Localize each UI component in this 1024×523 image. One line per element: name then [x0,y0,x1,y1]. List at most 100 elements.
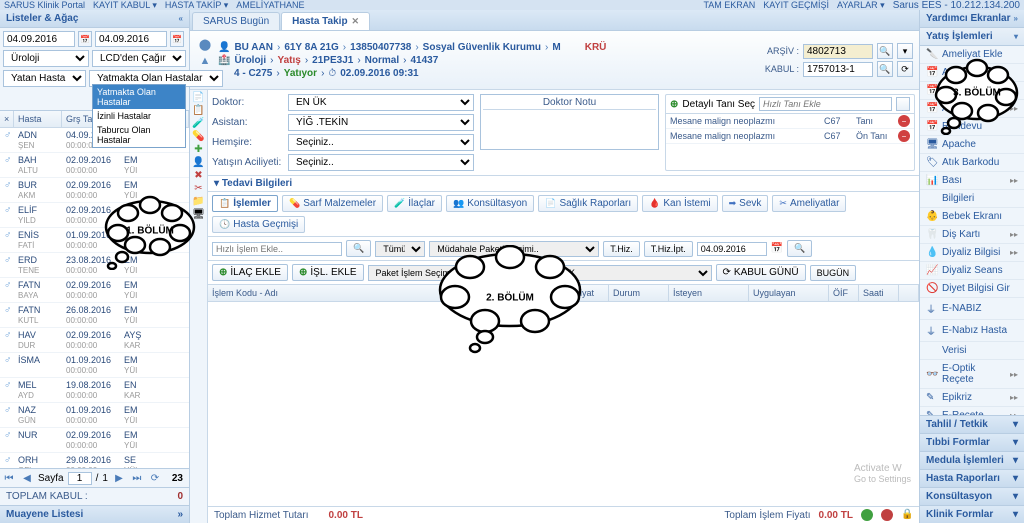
accordion-section[interactable]: Tıbbi Formlar▾ [920,433,1024,451]
ilac-ekle-btn[interactable]: ⊕İLAÇ EKLE [212,264,288,281]
dept2-select[interactable]: LCD'den Çağır [92,50,186,67]
pager-refresh-icon[interactable]: ⟳ [148,471,162,485]
plus-icon[interactable]: ⊕ [670,99,678,110]
right-panel-item[interactable]: ⏚E-Nabız Hasta [920,320,1024,342]
grid-col-header[interactable]: ÖİF [829,285,859,301]
accordion-section[interactable]: Klinik Formlar▾ [920,505,1024,523]
grid-col-header[interactable]: Saati [859,285,899,301]
right-panel-item[interactable]: Bilgileri [920,190,1024,208]
status-dropdown-open[interactable]: Yatmakta Olan Hastalar İzinli Hastalar T… [92,84,186,148]
up-icon[interactable]: ▲ [197,53,213,69]
grid-col-header[interactable]: Durum [609,285,669,301]
kabul-input[interactable] [803,62,873,77]
accordion-section[interactable]: Medula İşlemleri▾ [920,451,1024,469]
tool-icon[interactable]: 📋 [192,105,204,116]
right-panel-item[interactable]: 📈Diyaliz Seans [920,262,1024,280]
tumu-select[interactable]: Tümü [375,241,425,257]
date-from-input[interactable] [3,31,75,47]
right-panel-item[interactable]: 🖥Apache [920,136,1024,154]
patient-row[interactable]: ♂ MELAYD 19.08.201600:00:00 ENKAR [0,378,189,403]
inner-tab[interactable]: 🕓Hasta Geçmişi [212,216,305,233]
inner-tab[interactable]: 💊Sarf Malzemeler [282,195,383,212]
doctor-note-box[interactable]: Doktor Notu [480,94,659,150]
dropdown-item[interactable]: Taburcu Olan Hastalar [93,123,185,147]
hizli-islem-input[interactable] [212,242,342,256]
bugun-btn[interactable]: BUGÜN [810,265,857,281]
right-panel-item[interactable]: 👓E-Optik Reçete▸▸ [920,360,1024,389]
inner-tab[interactable]: 🧪İlaçlar [387,195,442,212]
right-panel-item[interactable]: 🏷Atık Barkodu [920,154,1024,172]
grid-col-header[interactable]: İşlem Kodu - Adı [208,285,449,301]
tool-icon[interactable]: 👤 [192,157,204,168]
tedavi-section-title[interactable]: Tedavi Bilgileri [208,176,919,192]
isl-ekle-btn[interactable]: ⊕İŞL. EKLE [292,264,364,281]
search-icon[interactable] [896,97,910,111]
doktor-select[interactable]: EN ÜK [288,94,474,111]
tool-icon[interactable]: ✚ [194,144,202,155]
right-panel-item[interactable]: 🦷Diş Kartı▸▸ [920,226,1024,244]
inner-tab[interactable]: 📄Sağlık Raporları [538,195,638,212]
chevron-down-icon[interactable]: ▾ [897,43,913,59]
patient-row[interactable]: ♂ FATNKUTL 26.08.201600:00:00 EMYÜI [0,303,189,328]
pager-next-icon[interactable]: ▶ [112,471,126,485]
inner-tab[interactable]: ➡Sevk [722,195,769,212]
thiz-ipt-btn[interactable]: T.Hiz.İpt. [644,241,693,257]
patient-row[interactable]: ♂ BAHALTU 02.09.201600:00:00 EMYÜI [0,153,189,178]
delete-icon[interactable]: − [898,130,910,142]
right-panel-item[interactable]: 🚫Diyet Bilgisi Gir [920,280,1024,298]
topbar-tam-ekran[interactable]: TAM EKRAN [703,0,755,11]
filter-date-input[interactable] [697,242,767,256]
col-hasta[interactable]: Hasta [14,111,62,127]
pager-prev-icon[interactable]: ◀ [20,471,34,485]
calendar-icon[interactable]: 📅 [771,243,783,254]
tool-icon[interactable]: 🧪 [192,118,204,129]
inner-tab[interactable]: ✂Ameliyatlar [772,195,846,212]
accordion-section[interactable]: Konsültasyon▾ [920,487,1024,505]
arsiv-input[interactable] [803,44,873,59]
search-btn[interactable]: 🔍 [787,240,812,257]
calendar-icon[interactable]: 📅 [170,31,184,47]
asistan-select[interactable]: YİĞ .TEKİN [288,114,474,131]
dropdown-item[interactable]: Yatmakta Olan Hastalar [93,85,185,109]
inner-tab[interactable]: 📋İşlemler [212,195,278,212]
patient-row[interactable]: ♂ NAZGÜN 01.09.201600:00:00 EMYÜI [0,403,189,428]
patient-row[interactable]: ♂ HAVDUR 02.09.201600:00:00 AYŞKAR [0,328,189,353]
topbar-portal[interactable]: SARUS Klinik Portal [4,0,85,11]
muayene-listesi-tab[interactable]: Muayene Listesi » [0,505,189,523]
accordion-section[interactable]: Hasta Raporları▾ [920,469,1024,487]
right-panel-item[interactable]: ⏚E-NABIZ [920,298,1024,320]
tool-icon[interactable]: 📄 [192,92,204,103]
status-select[interactable]: Yatan Hasta [3,70,86,87]
inner-tab[interactable]: 🩸Kan İstemi [642,195,717,212]
tool-icon[interactable]: ✖ [194,170,202,181]
search-icon[interactable]: 🔍 [877,61,893,77]
pager-first-icon[interactable]: ⏮ [2,471,16,485]
date-to-input[interactable] [95,31,167,47]
nav-icon[interactable]: ⬤ [197,36,213,52]
col-close[interactable]: × [0,111,14,127]
patient-row[interactable]: ♂ FATNBAYA 02.09.201600:00:00 EMYÜI [0,278,189,303]
right-panel-item[interactable]: ✎E-Reçete▸▸ [920,407,1024,415]
dropdown-item[interactable]: İzinli Hastalar [93,109,185,123]
tool-icon[interactable]: 💊 [192,131,204,142]
hemsire-select[interactable]: Seçiniz.. [288,134,474,151]
delete-icon[interactable]: − [898,115,910,127]
calendar-icon[interactable]: 📅 [78,31,92,47]
tab-hasta-takip[interactable]: Hasta Takip✕ [281,12,370,30]
right-panel-item[interactable]: 👶Bebek Ekranı [920,208,1024,226]
tani-search-input[interactable] [759,97,892,111]
right-panel-item[interactable]: ✎Epikriz▸▸ [920,389,1024,407]
grid-col-header[interactable]: Uygulayan [749,285,829,301]
patient-row[interactable]: ♂ NUR 02.09.201600:00:00 EMYÜI [0,428,189,453]
topbar-kayit-gecmisi[interactable]: KAYIT GEÇMİŞİ [763,0,829,11]
topbar-ayarlar[interactable]: AYARLAR ▾ [837,0,885,11]
tab-sarus-bugun[interactable]: SARUS Bugün [192,12,280,30]
kabul-gunu-btn[interactable]: ⟳KABUL GÜNÜ [716,264,806,281]
accordion-section[interactable]: Tahlil / Tetkik▾ [920,415,1024,433]
patient-row[interactable]: ♂ ORHOFL 29.08.201600:00:00 SEYÜI [0,453,189,468]
close-icon[interactable]: ✕ [352,16,360,27]
yatis-islemleri-header[interactable]: Yatış İşlemleri ▾ [920,28,1024,46]
collapse-left-icon[interactable]: « [179,14,183,23]
tool-icon[interactable]: ✂ [194,183,202,194]
aciliyet-select[interactable]: Seçiniz.. [288,154,474,171]
